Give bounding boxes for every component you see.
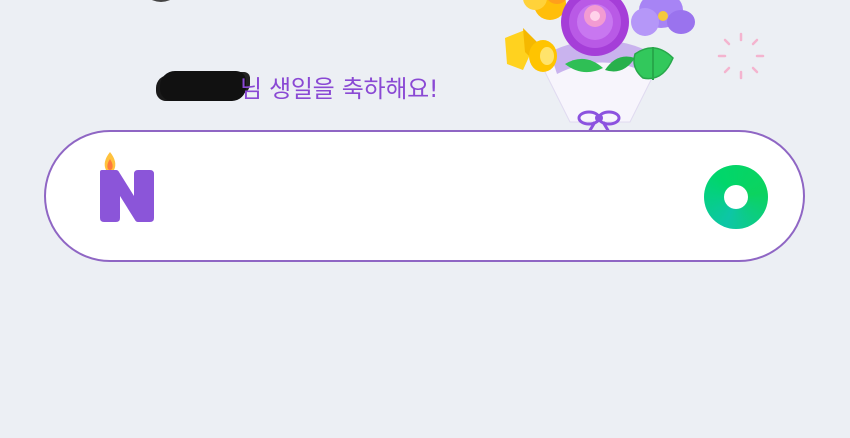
redacted-username [160,71,246,101]
naver-green-search-icon [724,185,748,209]
flower-bouquet-icon [505,0,695,132]
search-bar[interactable] [44,130,805,262]
greeting-text: 님 생일을 축하해요! [240,74,439,103]
birthday-greeting: 님 생일을 축하해요! [160,70,439,103]
naver-birthday-n-logo [100,152,154,222]
search-button[interactable] [704,165,768,229]
search-input[interactable] [176,162,700,234]
sparkle-decoration-icon [717,32,765,80]
top-partial-icon [140,0,182,2]
